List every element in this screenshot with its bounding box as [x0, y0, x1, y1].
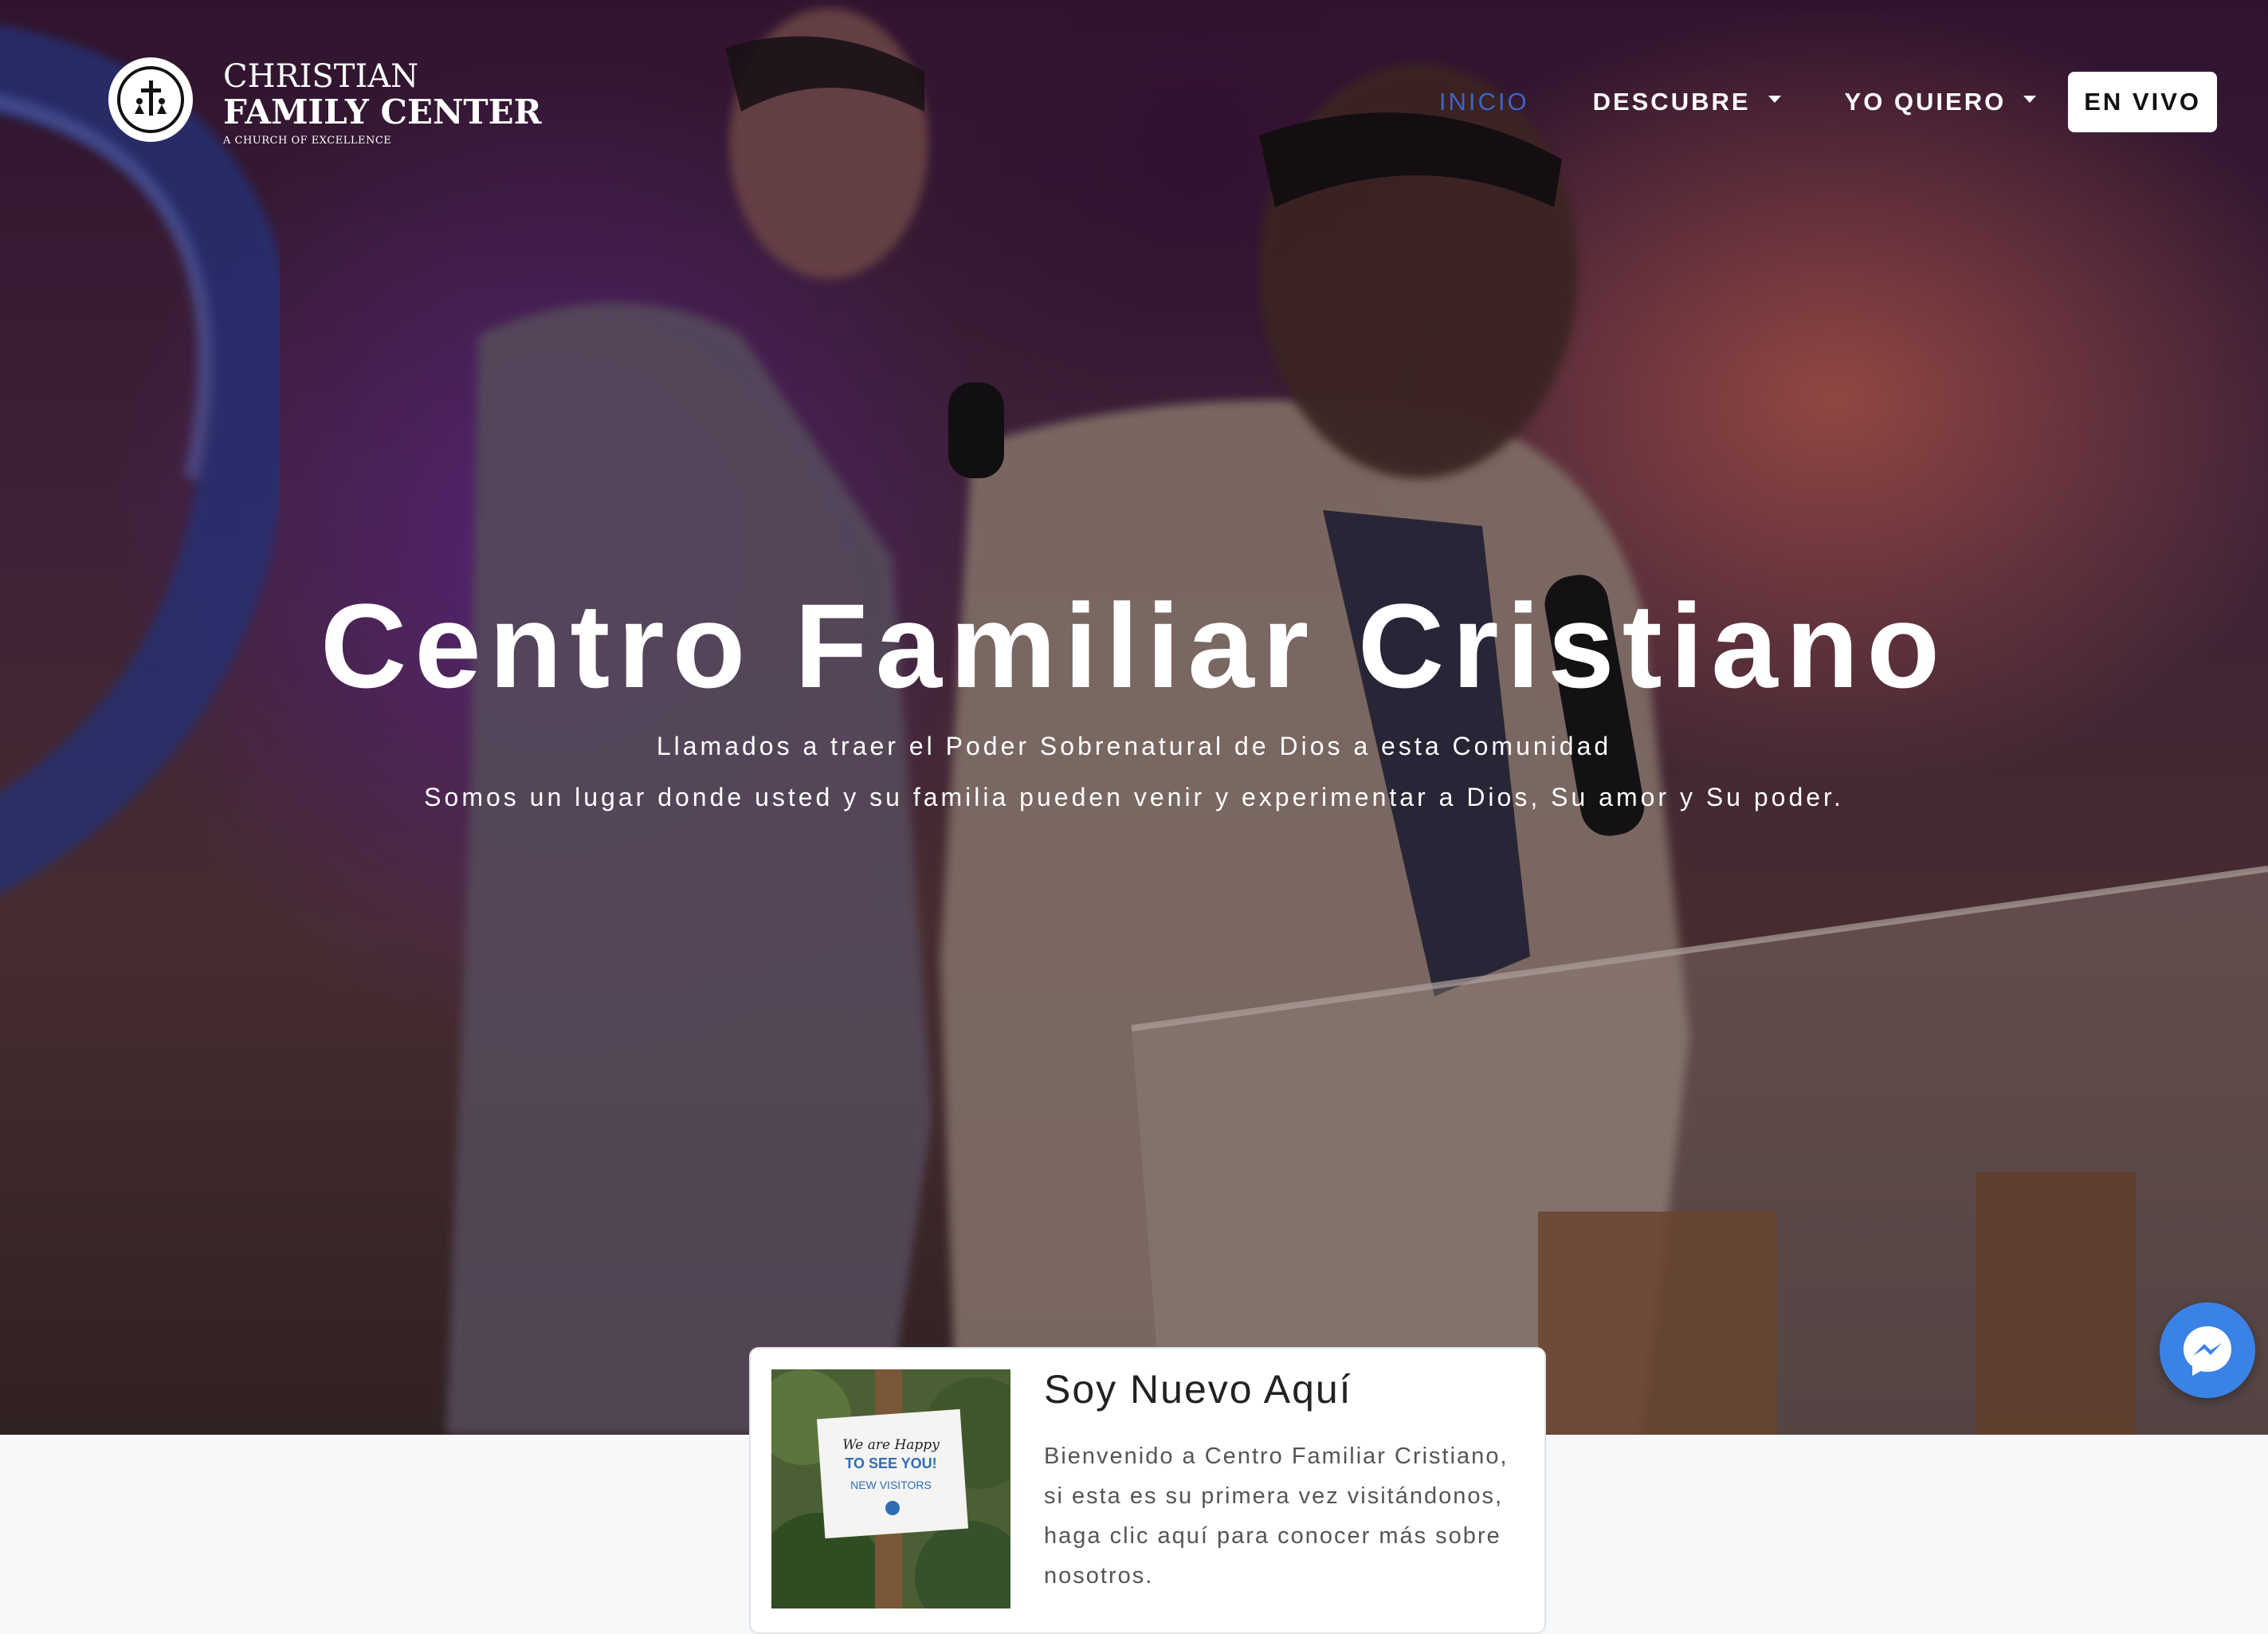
caret-down-icon	[1768, 95, 1781, 103]
new-here-card[interactable]: We are Happy TO SEE YOU! NEW VISITORS So…	[749, 1347, 1546, 1634]
sign-line-3: NEW VISITORS	[850, 1479, 932, 1491]
nav-item-yo-quiero[interactable]: YO QUIERO	[1845, 88, 2037, 116]
sign-line-1: We are Happy	[842, 1437, 940, 1453]
sign-line-2: TO SEE YOU!	[845, 1455, 936, 1471]
messenger-icon	[2184, 1326, 2231, 1376]
hero-title: Centro Familiar Cristiano	[320, 579, 1948, 713]
brand-line-2: FAMILY CENTER	[223, 92, 542, 132]
church-logo-icon[interactable]	[108, 57, 193, 142]
cross-family-icon	[135, 81, 167, 116]
nav-item-label: INICIO	[1438, 88, 1529, 116]
main-nav: INICIO DESCUBRE YO QUIERO EN VIVO	[1375, 72, 2217, 132]
card-title: Soy Nuevo Aquí	[1044, 1367, 1352, 1412]
card-description: Bienvenido a Centro Familiar Cristiano, …	[1044, 1443, 1509, 1589]
brand-tagline: A CHURCH OF EXCELLENCE	[223, 135, 392, 147]
welcome-sign-illustration: We are Happy TO SEE YOU! NEW VISITORS	[771, 1369, 1010, 1608]
live-button[interactable]: EN VIVO	[2068, 72, 2217, 132]
hero-banner	[0, 0, 2268, 1435]
messenger-chat-button[interactable]	[2160, 1302, 2255, 1398]
nav-item-descubre[interactable]: DESCUBRE	[1593, 88, 1781, 116]
caret-down-icon	[2023, 95, 2037, 103]
welcome-sign-image: We are Happy TO SEE YOU! NEW VISITORS	[771, 1369, 1010, 1608]
nav-item-label: YO QUIERO	[1844, 88, 2007, 116]
nav-item-label: DESCUBRE	[1592, 88, 1751, 116]
hero-subtitle-1: Llamados a traer el Poder Sobrenatural d…	[656, 732, 1612, 760]
hero-dark-overlay	[0, 0, 2268, 1435]
logo-ring	[117, 66, 184, 133]
brand-wordmark[interactable]: CHRISTIAN FAMILY CENTER A CHURCH OF EXCE…	[223, 61, 542, 146]
nav-item-inicio[interactable]: INICIO	[1439, 88, 1529, 116]
brand-line-1: CHRISTIAN	[223, 58, 419, 95]
site-header: CHRISTIAN FAMILY CENTER A CHURCH OF EXCE…	[0, 0, 2268, 207]
hero-subtitle-2: Somos un lugar donde usted y su familia …	[424, 783, 1844, 811]
